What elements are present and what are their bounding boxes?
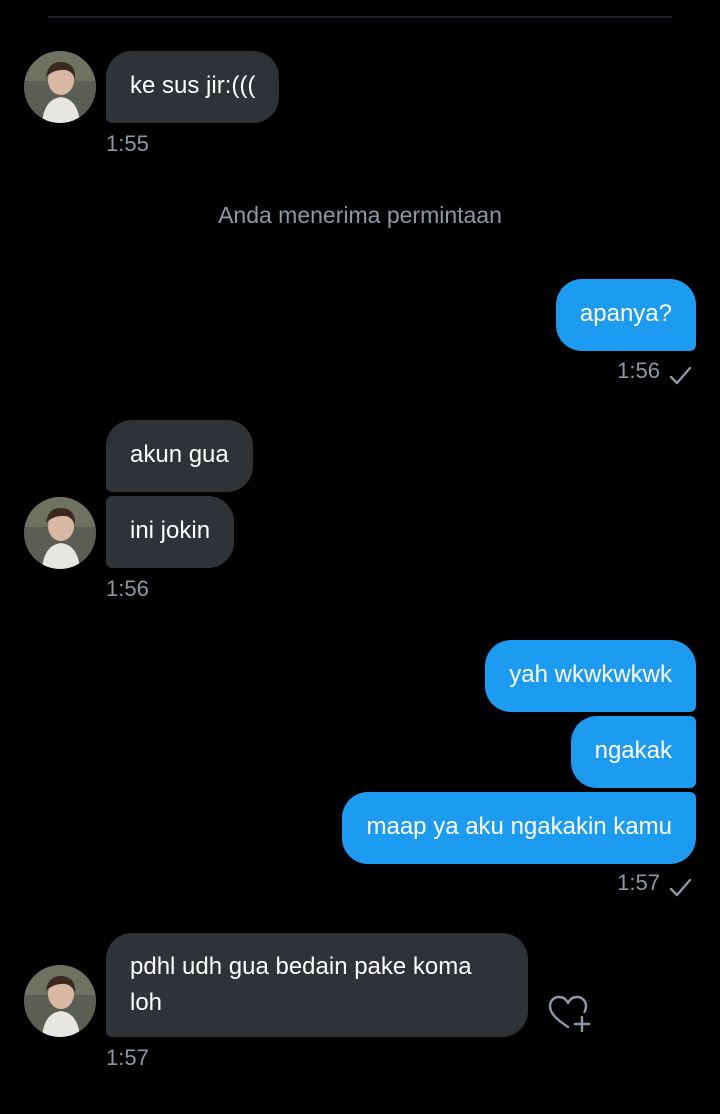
incoming-message-bubble[interactable]: pdhl udh gua bedain pake koma loh bbox=[106, 933, 528, 1037]
incoming-message-bubble[interactable]: akun gua bbox=[106, 420, 253, 492]
sender-avatar[interactable] bbox=[24, 497, 96, 569]
message-text: maap ya aku ngakakin kamu bbox=[366, 813, 672, 840]
message-timestamp: 1:56 bbox=[617, 358, 660, 383]
sender-avatar[interactable] bbox=[24, 965, 96, 1037]
message-text: yah wkwkwkwk bbox=[509, 661, 672, 688]
message-text: apanya? bbox=[579, 300, 672, 327]
message-timestamp: 1:55 bbox=[106, 131, 149, 156]
message-text: akun gua bbox=[130, 441, 229, 468]
message-timestamp: 1:57 bbox=[617, 870, 660, 895]
outgoing-message-bubble[interactable]: apanya? bbox=[555, 279, 696, 351]
heart-plus-icon[interactable] bbox=[546, 993, 594, 1033]
message-text: pdhl udh gua bedain pake koma loh bbox=[130, 953, 472, 1016]
system-message: Anda menerima permintaan bbox=[218, 202, 502, 228]
sender-avatar[interactable] bbox=[24, 51, 96, 123]
check-icon bbox=[669, 878, 692, 897]
incoming-message-bubble[interactable]: ke sus jir:((( bbox=[106, 51, 280, 123]
message-text: ngakak bbox=[594, 737, 672, 764]
message-timestamp: 1:56 bbox=[106, 576, 149, 601]
message-text: ke sus jir:((( bbox=[130, 72, 256, 99]
top-divider bbox=[48, 16, 672, 18]
message-text: ini jokin bbox=[130, 517, 211, 544]
outgoing-message-bubble[interactable]: maap ya aku ngakakin kamu bbox=[342, 792, 696, 864]
check-icon bbox=[669, 366, 692, 385]
message-timestamp: 1:57 bbox=[106, 1045, 149, 1070]
incoming-message-bubble[interactable]: ini jokin bbox=[106, 496, 235, 568]
outgoing-message-bubble[interactable]: ngakak bbox=[570, 716, 696, 788]
outgoing-message-bubble[interactable]: yah wkwkwkwk bbox=[485, 640, 696, 712]
